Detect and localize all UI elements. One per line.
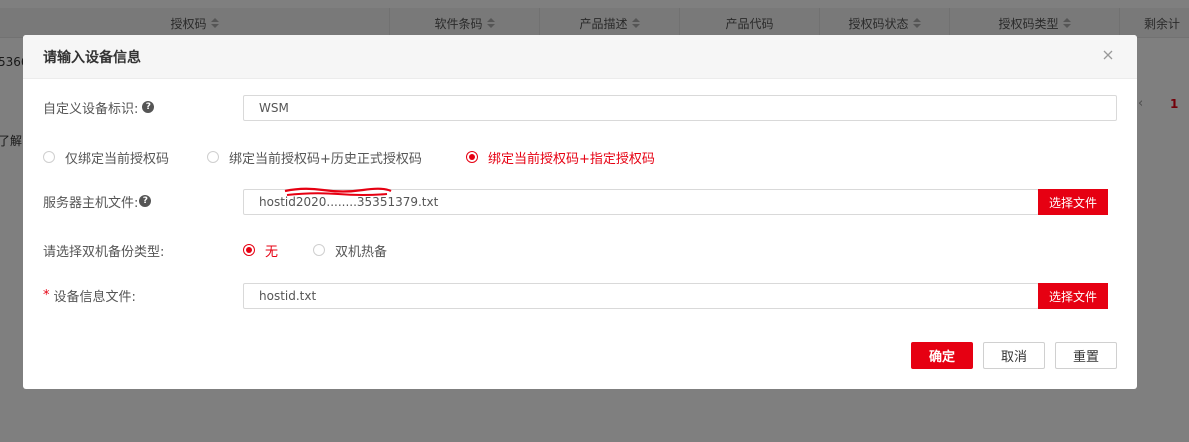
cancel-button[interactable]: 取消 <box>983 342 1045 369</box>
device-file-input[interactable]: hostid.txt <box>243 283 1039 309</box>
help-icon[interactable]: ? <box>139 195 152 207</box>
device-id-input[interactable]: WSM <box>243 95 1117 121</box>
radio-label: 仅绑定当前授权码 <box>65 151 170 167</box>
bind-options-group-2: 绑定当前授权码+历史正式授权码 <box>207 147 422 167</box>
reset-button[interactable]: 重置 <box>1055 342 1117 369</box>
device-id-value: WSM <box>259 101 289 115</box>
radio-circle[interactable] <box>43 151 55 163</box>
device-file-value: hostid.txt <box>259 289 317 303</box>
radio-bind-current[interactable]: 仅绑定当前授权码 <box>43 148 169 167</box>
backup-option-none-wrap: 无 <box>243 240 278 260</box>
radio-circle[interactable] <box>313 244 325 256</box>
radio-label: 绑定当前授权码+历史正式授权码 <box>229 151 422 167</box>
close-icon[interactable] <box>1101 48 1115 62</box>
radio-circle[interactable] <box>466 151 478 163</box>
required-marker: * <box>43 287 50 303</box>
device-id-row: 自定义设备标识: ? <box>43 97 155 117</box>
radio-backup-hot-standby[interactable]: 双机热备 <box>313 241 387 260</box>
bind-options-group-3: 绑定当前授权码+指定授权码 <box>466 147 655 167</box>
host-file-row: 服务器主机文件: ? <box>43 191 152 211</box>
modal-title: 请输入设备信息 <box>43 49 141 66</box>
host-file-label: 服务器主机文件: <box>43 195 139 211</box>
device-file-row: * 设备信息文件: <box>43 285 136 305</box>
confirm-button[interactable]: 确定 <box>911 342 973 369</box>
redaction-scribble <box>284 187 392 196</box>
select-device-file-button[interactable]: 选择文件 <box>1038 283 1108 309</box>
device-file-label: 设备信息文件: <box>53 289 136 305</box>
radio-label: 无 <box>265 244 279 260</box>
backup-type-row: 请选择双机备份类型: <box>43 240 164 260</box>
bind-options-group: 仅绑定当前授权码 <box>43 147 169 167</box>
radio-circle[interactable] <box>207 151 219 163</box>
radio-backup-none[interactable]: 无 <box>243 241 278 260</box>
device-info-modal: 请输入设备信息 自定义设备标识: ? WSM 仅绑定当前授权码 绑定当前授权码+… <box>23 35 1137 389</box>
device-id-label: 自定义设备标识: <box>43 101 139 117</box>
radio-bind-current-specified[interactable]: 绑定当前授权码+指定授权码 <box>466 148 655 167</box>
radio-label: 绑定当前授权码+指定授权码 <box>488 151 655 167</box>
radio-bind-current-history[interactable]: 绑定当前授权码+历史正式授权码 <box>207 148 422 167</box>
radio-label: 双机热备 <box>335 244 388 260</box>
select-host-file-button[interactable]: 选择文件 <box>1038 189 1108 215</box>
backup-type-label: 请选择双机备份类型: <box>43 244 165 260</box>
backup-option-hot-wrap: 双机热备 <box>313 240 387 260</box>
radio-circle[interactable] <box>243 244 255 256</box>
help-icon[interactable]: ? <box>142 101 155 113</box>
modal-header: 请输入设备信息 <box>23 35 1137 79</box>
